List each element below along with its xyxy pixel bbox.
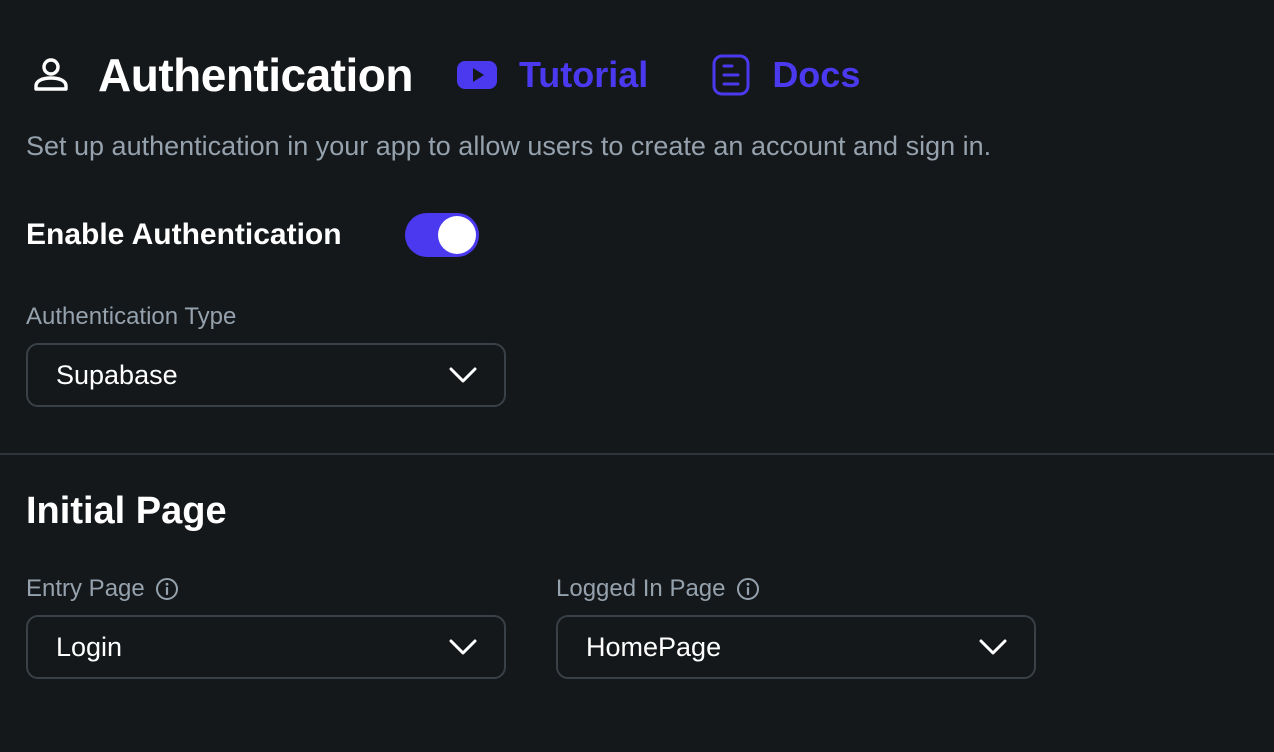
page-title: Authentication [98, 49, 413, 101]
logged-in-page-label-text: Logged In Page [556, 575, 726, 602]
document-icon [712, 54, 750, 96]
authentication-type-dropdown[interactable]: Supabase [26, 343, 506, 407]
initial-page-title: Initial Page [26, 490, 227, 532]
chevron-down-icon [448, 638, 478, 656]
tutorial-link[interactable]: Tutorial [456, 54, 649, 96]
logged-in-page-label: Logged In Page [556, 575, 760, 603]
user-icon [26, 50, 76, 100]
entry-page-label-text: Entry Page [26, 575, 145, 602]
page-description: Set up authentication in your app to all… [26, 131, 992, 161]
authentication-type-label-text: Authentication Type [26, 303, 237, 330]
authentication-settings-panel: Authentication Tutorial Docs Set up auth… [0, 0, 1274, 752]
enable-authentication-label: Enable Authentication [26, 218, 342, 251]
chevron-down-icon [448, 366, 478, 384]
entry-page-value: Login [56, 631, 123, 662]
authentication-type-label: Authentication Type [26, 303, 236, 331]
chevron-down-icon [978, 638, 1008, 656]
tutorial-label: Tutorial [518, 54, 649, 95]
logged-in-page-value: HomePage [586, 631, 722, 662]
header: Authentication Tutorial Docs [26, 44, 860, 106]
docs-label: Docs [772, 54, 861, 95]
enable-authentication-toggle[interactable] [405, 213, 479, 257]
enable-authentication-row: Enable Authentication [26, 212, 479, 258]
authentication-type-value: Supabase [56, 359, 178, 390]
logged-in-page-dropdown[interactable]: HomePage [556, 615, 1036, 679]
section-divider [0, 453, 1274, 455]
youtube-play-icon [456, 60, 497, 90]
docs-link[interactable]: Docs [712, 54, 860, 96]
info-icon[interactable] [155, 577, 179, 601]
toggle-knob [438, 216, 476, 254]
entry-page-label: Entry Page [26, 575, 179, 603]
entry-page-dropdown[interactable]: Login [26, 615, 506, 679]
info-icon[interactable] [736, 577, 760, 601]
